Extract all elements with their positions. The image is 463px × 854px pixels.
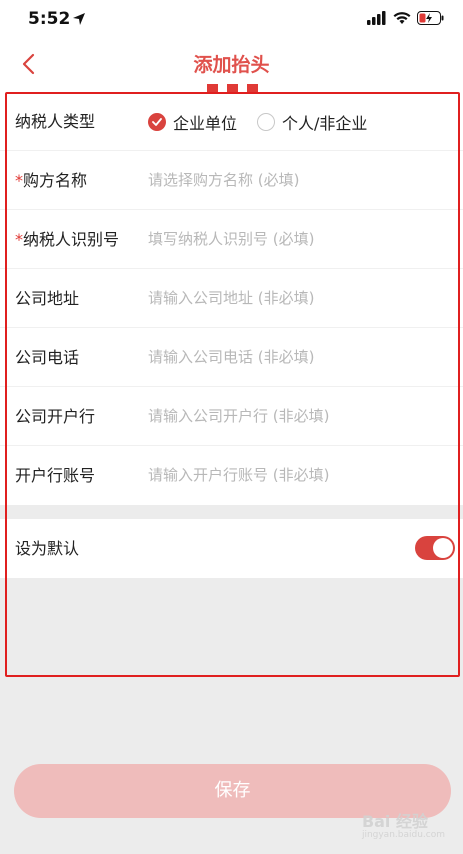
tax-id-row: *纳税人识别号 填写纳税人识别号 (必填) — [0, 210, 463, 269]
cellular-signal-icon — [367, 10, 387, 29]
buyer-name-input[interactable]: 请选择购方名称 (必填) — [148, 151, 448, 210]
buyer-name-row: *购方名称 请选择购方名称 (必填) — [0, 151, 463, 210]
tax-id-input[interactable]: 填写纳税人识别号 (必填) — [148, 210, 448, 269]
section-divider — [0, 508, 463, 519]
bank-account-input[interactable]: 请输入开户行账号 (非必填) — [148, 446, 448, 505]
set-default-toggle[interactable] — [415, 536, 455, 560]
nav-bar: 添加抬头 — [0, 40, 463, 92]
set-default-label: 设为默认 — [15, 539, 80, 558]
company-phone-label: 公司电话 — [15, 348, 80, 367]
buyer-name-label: *购方名称 — [15, 151, 87, 210]
status-bar: 5:52 — [0, 0, 463, 40]
tax-id-label: *纳税人识别号 — [15, 210, 119, 269]
watermark-text: Bai 经验 — [361, 812, 428, 831]
company-phone-input[interactable]: 请输入公司电话 (非必填) — [148, 328, 448, 387]
taxpayer-type-label: 纳税人类型 — [15, 112, 96, 131]
watermark-sub: jingyan.baidu.com — [361, 830, 445, 840]
company-phone-row: 公司电话 请输入公司电话 (非必填) — [0, 328, 463, 387]
company-bank-input[interactable]: 请输入公司开户行 (非必填) — [148, 387, 448, 446]
tax-id-label-text: 纳税人识别号 — [23, 230, 120, 249]
buyer-name-label-text: 购方名称 — [23, 171, 88, 190]
baidu-jingyan-watermark: Bai 经验 jingyan.baidu.com — [362, 808, 445, 840]
radio-enterprise-label: 企业单位 — [173, 113, 238, 133]
radio-enterprise[interactable]: 企业单位 — [148, 110, 237, 134]
bank-account-row: 开户行账号 请输入开户行账号 (非必填) — [0, 446, 463, 505]
required-mark: * — [15, 230, 23, 249]
taxpayer-type-radio-group: 企业单位 个人/非企业 — [148, 92, 367, 151]
company-address-input[interactable]: 请输入公司地址 (非必填) — [148, 269, 448, 328]
radio-checked-icon — [148, 112, 166, 131]
radio-individual[interactable]: 个人/非企业 — [257, 110, 367, 134]
title-underline-dots — [207, 84, 258, 92]
radio-unchecked-icon — [257, 112, 276, 131]
wifi-icon — [393, 10, 411, 29]
company-address-label: 公司地址 — [15, 289, 80, 308]
company-address-row: 公司地址 请输入公司地址 (非必填) — [0, 269, 463, 328]
taxpayer-type-row: 纳税人类型 企业单位 个人/非企业 — [0, 92, 463, 151]
status-indicators — [367, 9, 445, 29]
toggle-knob — [433, 538, 453, 558]
set-default-row: 设为默认 — [0, 519, 463, 578]
page-title: 添加抬头 — [193, 54, 270, 76]
bank-account-label: 开户行账号 — [15, 466, 96, 485]
status-time: 5:52 — [28, 9, 71, 29]
company-bank-label: 公司开户行 — [15, 407, 96, 426]
invoice-header-form: 纳税人类型 企业单位 个人/非企业 *购方名称 请选择购方名称 (必填) *纳税… — [0, 92, 463, 505]
location-arrow-icon — [72, 11, 86, 30]
company-bank-row: 公司开户行 请输入公司开户行 (非必填) — [0, 387, 463, 446]
radio-individual-label: 个人/非企业 — [282, 113, 368, 133]
battery-charging-icon — [417, 10, 445, 29]
required-mark: * — [15, 171, 23, 190]
